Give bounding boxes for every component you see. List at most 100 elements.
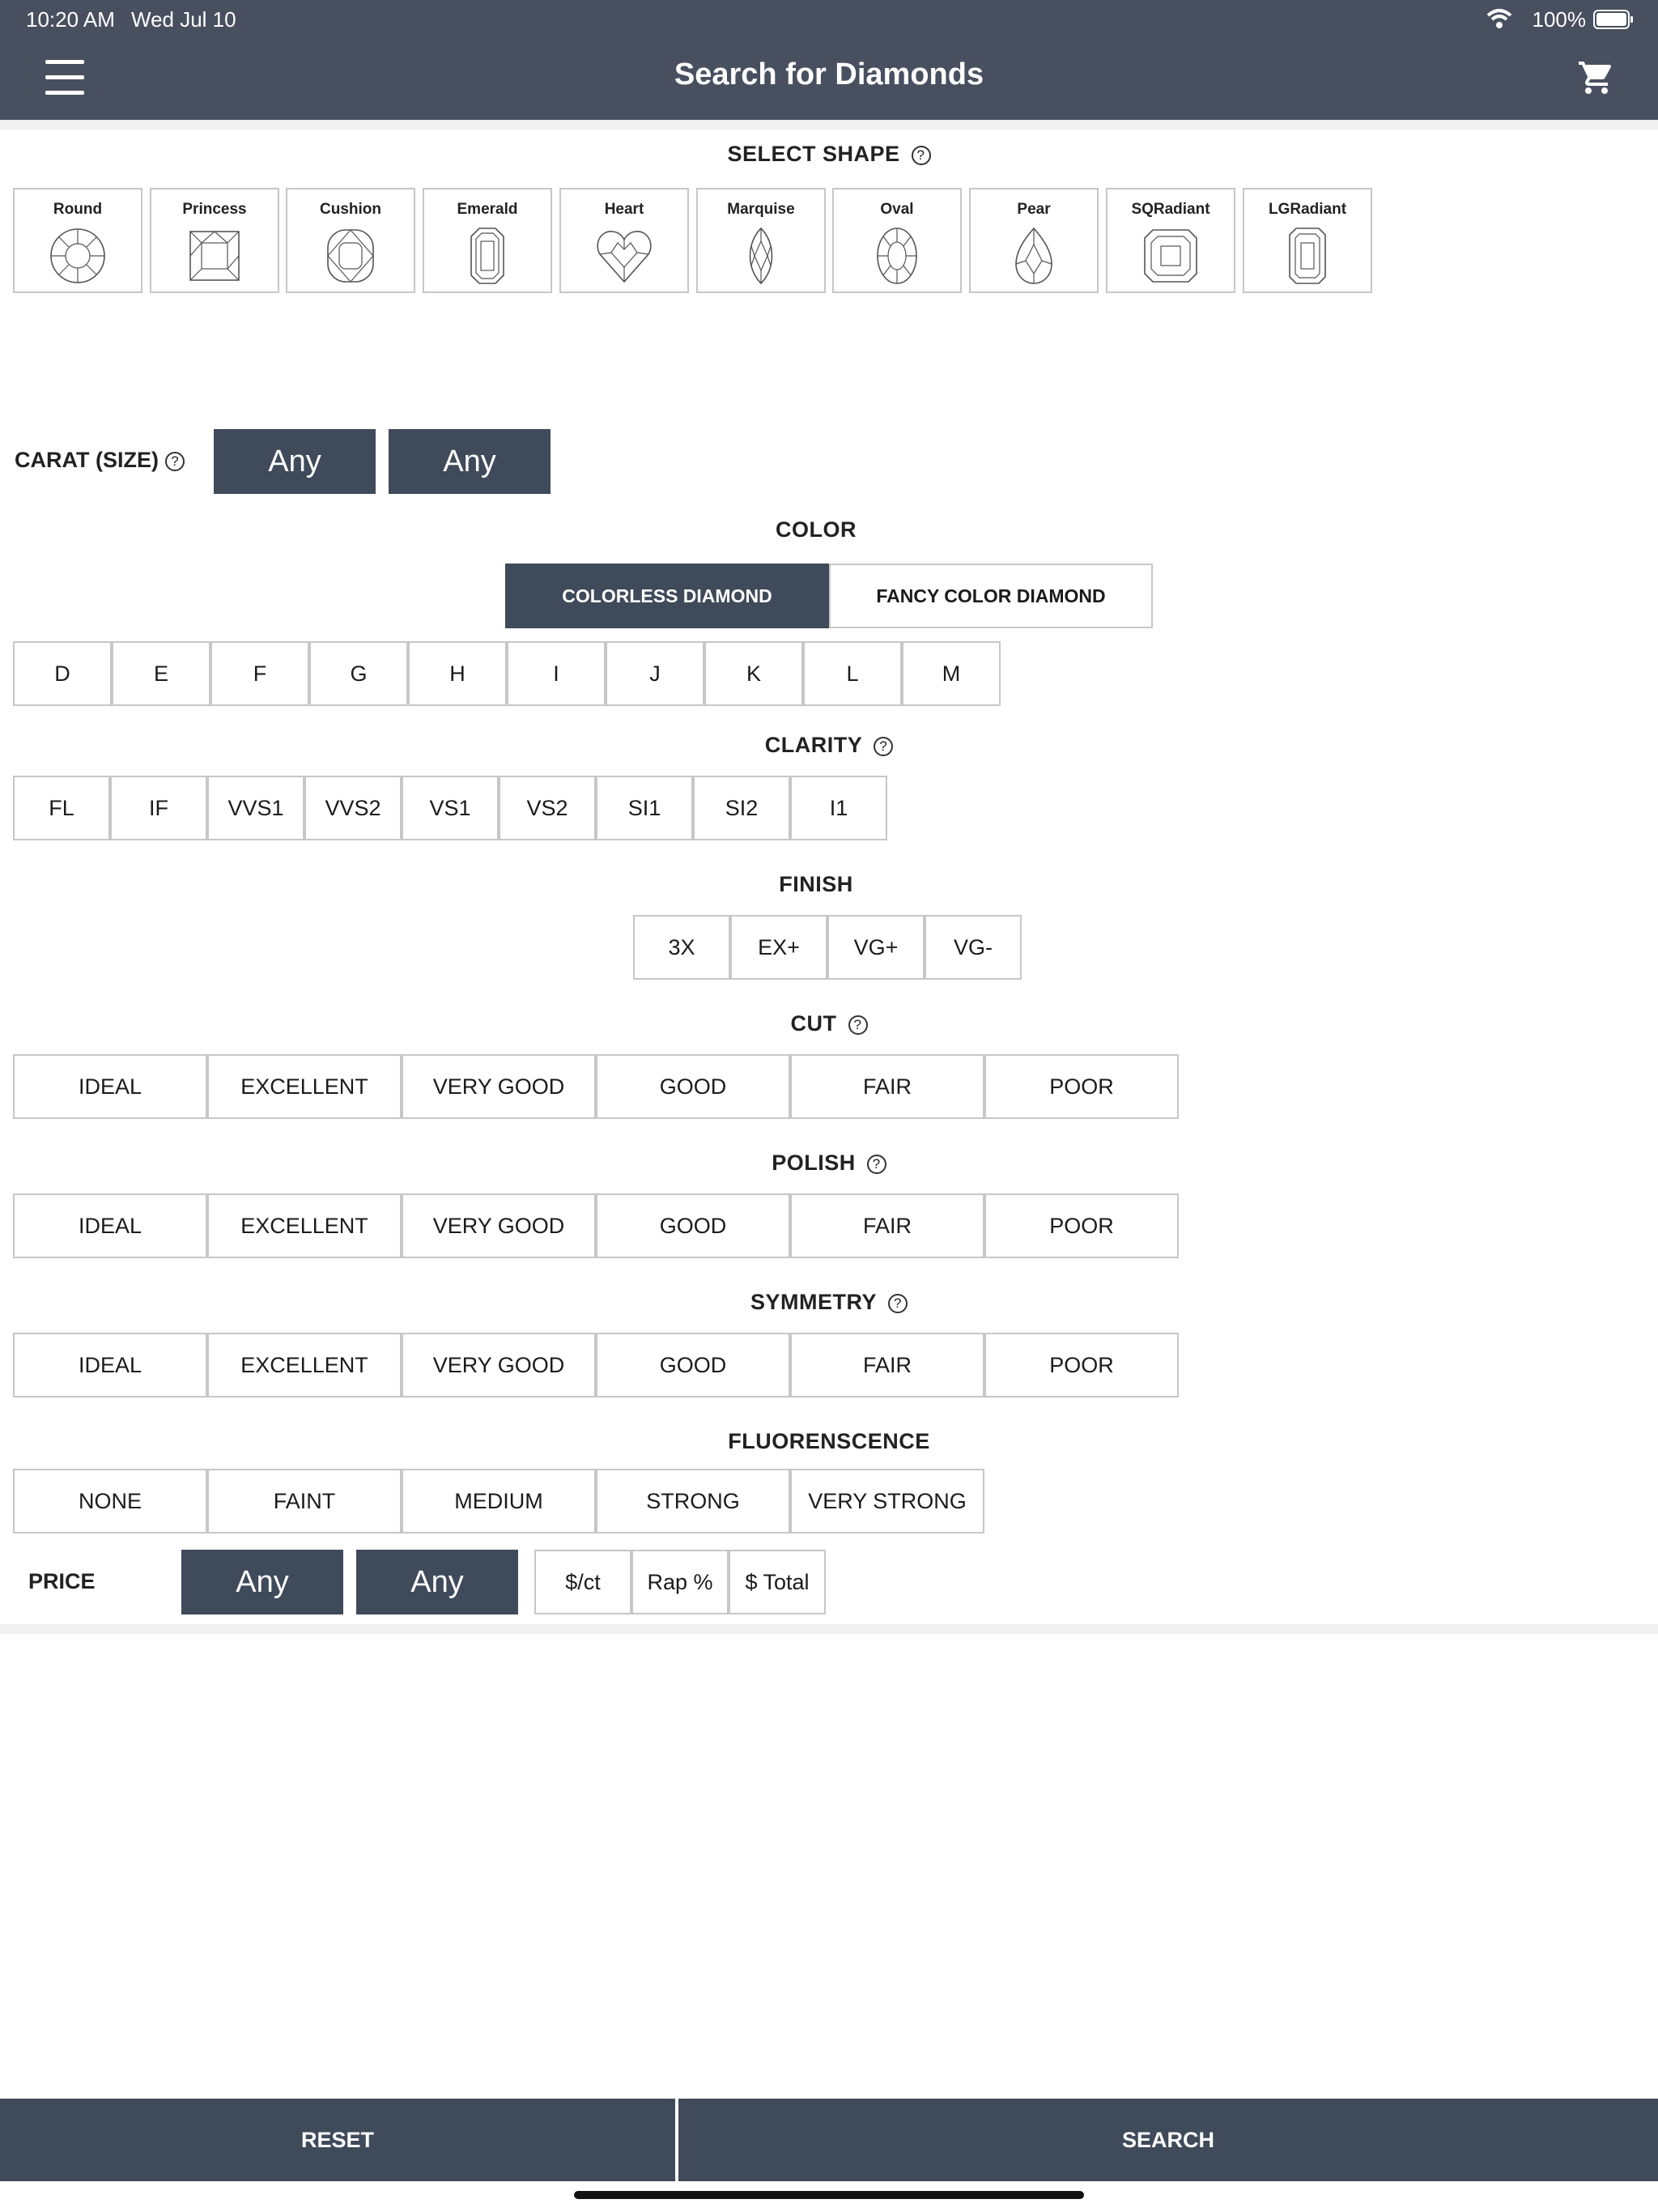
symmetry-ideal[interactable]: IDEAL bbox=[13, 1333, 207, 1397]
fluorescence-very-strong[interactable]: VERY STRONG bbox=[790, 1469, 984, 1534]
polish-very-good[interactable]: VERY GOOD bbox=[402, 1193, 596, 1258]
cut-help-icon[interactable]: ? bbox=[848, 1015, 868, 1035]
cut-poor[interactable]: POOR bbox=[984, 1054, 1179, 1119]
reset-button[interactable]: RESET bbox=[0, 2099, 675, 2181]
color-grade-k[interactable]: K bbox=[704, 641, 803, 706]
clarity-fl[interactable]: FL bbox=[13, 776, 110, 840]
clarity-help-icon[interactable]: ? bbox=[874, 736, 894, 756]
price-from-field[interactable]: Any bbox=[181, 1550, 343, 1614]
header-divider bbox=[0, 120, 1658, 130]
clarity-heading: CLARITY? bbox=[0, 733, 1658, 758]
battery-icon bbox=[1593, 10, 1633, 29]
color-grade-l[interactable]: L bbox=[803, 641, 902, 706]
color-heading: COLOR bbox=[776, 517, 857, 542]
symmetry-excellent[interactable]: EXCELLENT bbox=[207, 1333, 402, 1397]
carat-to-field[interactable]: Any bbox=[389, 429, 551, 494]
clarity-if[interactable]: IF bbox=[110, 776, 207, 840]
symmetry-very-good[interactable]: VERY GOOD bbox=[402, 1333, 596, 1397]
sqradiant-shape-icon bbox=[1144, 229, 1197, 283]
princess-shape-icon bbox=[189, 231, 240, 281]
marquise-shape-icon bbox=[749, 227, 773, 285]
status-time: 10:20 AM bbox=[26, 7, 115, 32]
finish-vg-plus[interactable]: VG+ bbox=[827, 915, 925, 980]
symmetry-good[interactable]: GOOD bbox=[596, 1333, 790, 1397]
fluorescence-faint[interactable]: FAINT bbox=[207, 1469, 402, 1534]
wifi-icon bbox=[1486, 9, 1512, 28]
shape-princess[interactable]: Princess bbox=[150, 188, 279, 293]
tab-colorless-diamond[interactable]: COLORLESS DIAMOND bbox=[505, 564, 829, 628]
price-unit-rap-percent[interactable]: Rap % bbox=[631, 1550, 729, 1614]
emerald-shape-icon bbox=[470, 228, 504, 284]
finish-heading: FINISH bbox=[779, 872, 853, 896]
cut-good[interactable]: GOOD bbox=[596, 1054, 790, 1119]
form-divider bbox=[0, 1624, 1658, 1634]
color-grade-d[interactable]: D bbox=[13, 641, 112, 706]
shape-marquise[interactable]: Marquise bbox=[696, 188, 826, 293]
tab-fancy-color-diamond[interactable]: FANCY COLOR DIAMOND bbox=[829, 564, 1153, 628]
polish-ideal[interactable]: IDEAL bbox=[13, 1193, 207, 1258]
shape-pear[interactable]: Pear bbox=[969, 188, 1099, 293]
carat-help-icon[interactable]: ? bbox=[164, 451, 185, 471]
clarity-vvs1[interactable]: VVS1 bbox=[207, 776, 304, 840]
cut-fair[interactable]: FAIR bbox=[790, 1054, 984, 1119]
polish-fair[interactable]: FAIR bbox=[790, 1193, 984, 1258]
price-label: PRICE bbox=[28, 1569, 96, 1593]
shape-sqradiant[interactable]: SQRadiant bbox=[1106, 188, 1235, 293]
round-shape-icon bbox=[50, 228, 105, 283]
page-title: Search for Diamonds bbox=[674, 57, 984, 91]
cut-heading: CUT? bbox=[0, 1011, 1658, 1036]
clarity-si1[interactable]: SI1 bbox=[596, 776, 693, 840]
shape-oval[interactable]: Oval bbox=[832, 188, 962, 293]
clarity-i1[interactable]: I1 bbox=[790, 776, 887, 840]
color-grade-i[interactable]: I bbox=[507, 641, 606, 706]
polish-good[interactable]: GOOD bbox=[596, 1193, 790, 1258]
cut-excellent[interactable]: EXCELLENT bbox=[207, 1054, 402, 1119]
shape-heading: SELECT SHAPE? bbox=[0, 142, 1658, 167]
polish-help-icon[interactable]: ? bbox=[866, 1154, 886, 1174]
lgradiant-shape-icon bbox=[1289, 228, 1326, 284]
symmetry-poor[interactable]: POOR bbox=[984, 1333, 1179, 1397]
search-button[interactable]: SEARCH bbox=[678, 2099, 1658, 2181]
clarity-vvs2[interactable]: VVS2 bbox=[304, 776, 402, 840]
shape-lgradiant[interactable]: LGRadiant bbox=[1243, 188, 1372, 293]
polish-poor[interactable]: POOR bbox=[984, 1193, 1179, 1258]
clarity-vs2[interactable]: VS2 bbox=[499, 776, 596, 840]
cart-icon[interactable] bbox=[1577, 58, 1616, 97]
nav-bar: Search for Diamonds bbox=[0, 39, 1658, 120]
clarity-si2[interactable]: SI2 bbox=[693, 776, 790, 840]
status-date: Wed Jul 10 bbox=[131, 7, 236, 32]
color-grade-j[interactable]: J bbox=[606, 641, 704, 706]
color-grade-h[interactable]: H bbox=[408, 641, 507, 706]
shape-emerald[interactable]: Emerald bbox=[423, 188, 552, 293]
fluorescence-medium[interactable]: MEDIUM bbox=[402, 1469, 596, 1534]
finish-vg-minus[interactable]: VG- bbox=[925, 915, 1022, 980]
shape-round[interactable]: Round bbox=[13, 188, 142, 293]
carat-from-field[interactable]: Any bbox=[214, 429, 376, 494]
color-grade-g[interactable]: G bbox=[309, 641, 408, 706]
cut-very-good[interactable]: VERY GOOD bbox=[402, 1054, 596, 1119]
fluorescence-none[interactable]: NONE bbox=[13, 1469, 207, 1534]
polish-excellent[interactable]: EXCELLENT bbox=[207, 1193, 402, 1258]
color-grade-m[interactable]: M bbox=[902, 641, 1001, 706]
battery-percent: 100% bbox=[1532, 7, 1587, 32]
finish-3x[interactable]: 3X bbox=[633, 915, 730, 980]
clarity-vs1[interactable]: VS1 bbox=[402, 776, 499, 840]
price-to-field[interactable]: Any bbox=[356, 1550, 518, 1614]
color-grade-e[interactable]: E bbox=[112, 641, 210, 706]
home-indicator[interactable] bbox=[574, 2191, 1084, 2199]
shape-heart[interactable]: Heart bbox=[559, 188, 689, 293]
price-unit-total[interactable]: $ Total bbox=[729, 1550, 826, 1614]
finish-ex-plus[interactable]: EX+ bbox=[730, 915, 827, 980]
shape-help-icon[interactable]: ? bbox=[911, 145, 931, 165]
symmetry-help-icon[interactable]: ? bbox=[888, 1293, 908, 1313]
symmetry-heading: SYMMETRY? bbox=[0, 1290, 1658, 1315]
price-unit-per-carat[interactable]: $/ct bbox=[534, 1550, 631, 1614]
heart-shape-icon bbox=[597, 231, 652, 283]
shape-cushion[interactable]: Cushion bbox=[286, 188, 415, 293]
fluorescence-heading: FLUORENSCENCE bbox=[728, 1429, 930, 1453]
symmetry-fair[interactable]: FAIR bbox=[790, 1333, 984, 1397]
fluorescence-strong[interactable]: STRONG bbox=[596, 1469, 790, 1534]
color-grade-f[interactable]: F bbox=[210, 641, 309, 706]
cut-ideal[interactable]: IDEAL bbox=[13, 1054, 207, 1119]
oval-shape-icon bbox=[877, 228, 917, 284]
